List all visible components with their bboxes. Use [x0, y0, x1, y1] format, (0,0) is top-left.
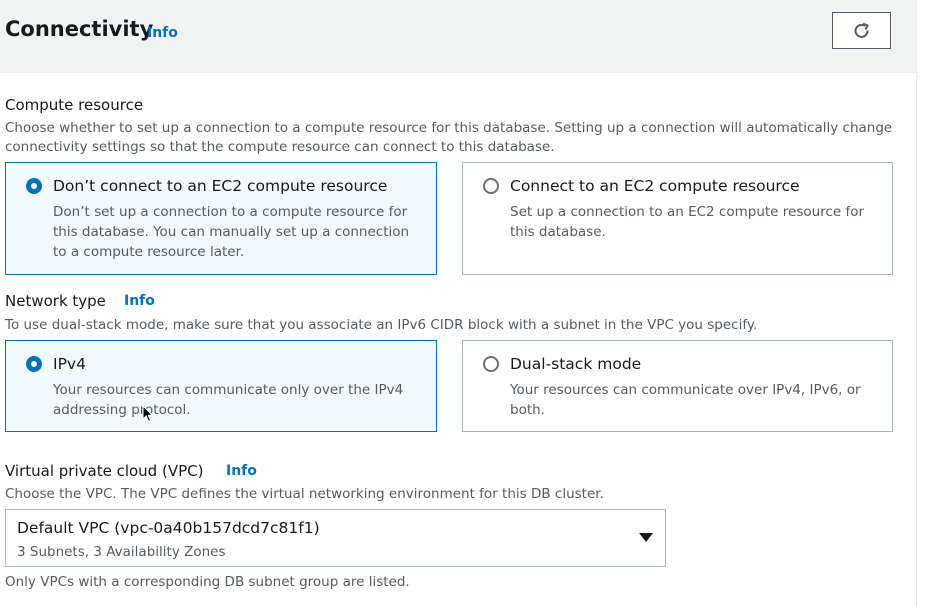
tile-description: Your resources can communicate only over… [53, 382, 404, 418]
tile-title: IPv4 [53, 355, 86, 373]
tile-title: Connect to an EC2 compute resource [510, 177, 800, 195]
refresh-button[interactable] [832, 12, 891, 49]
vpc-select-subtext: 3 Subnets, 3 Availability Zones [17, 544, 226, 560]
radio-dont-connect-ec2[interactable] [26, 178, 42, 194]
tile-dont-connect-ec2[interactable]: Don’t connect to an EC2 compute resource… [5, 162, 437, 275]
radio-connect-ec2[interactable] [483, 178, 499, 194]
radio-dual-stack[interactable] [483, 356, 499, 372]
connectivity-info-link[interactable]: Info [147, 25, 178, 41]
radio-ipv4[interactable] [26, 356, 42, 372]
vpc-info-link[interactable]: Info [226, 463, 257, 479]
tile-description: Set up a connection to an EC2 compute re… [510, 204, 865, 240]
network-type-label: Network type [5, 292, 106, 310]
tile-description: Your resources can communicate over IPv4… [510, 382, 861, 418]
network-type-info-link[interactable]: Info [124, 293, 155, 309]
vpc-footnote: Only VPCs with a corresponding DB subnet… [5, 574, 410, 590]
tile-description: Don’t set up a connection to a compute r… [53, 204, 410, 260]
tile-ipv4[interactable]: IPv4 Your resources can communicate only… [5, 340, 437, 432]
mouse-pointer-icon [142, 405, 154, 423]
tile-title: Dual-stack mode [510, 355, 642, 373]
refresh-icon [854, 22, 869, 38]
vpc-select[interactable]: Default VPC (vpc-0a40b157dcd7c81f1) 3 Su… [5, 509, 666, 567]
tile-connect-ec2[interactable]: Connect to an EC2 compute resource Set u… [462, 162, 893, 275]
vpc-label: Virtual private cloud (VPC) [5, 462, 204, 480]
compute-resource-label: Compute resource [5, 96, 144, 114]
tile-dual-stack[interactable]: Dual-stack mode Your resources can commu… [462, 340, 893, 432]
vpc-description: Choose the VPC. The VPC defines the virt… [5, 486, 604, 502]
caret-down-icon [639, 533, 653, 542]
panel-header: Connectivity Info [0, 0, 916, 73]
page-gutter [916, 0, 936, 606]
tile-title: Don’t connect to an EC2 compute resource [53, 177, 388, 195]
vpc-select-value: Default VPC (vpc-0a40b157dcd7c81f1) [17, 519, 320, 537]
compute-resource-description: Choose whether to set up a connection to… [5, 120, 893, 155]
page-title: Connectivity [5, 17, 154, 41]
network-type-description: To use dual-stack mode, make sure that y… [5, 317, 758, 333]
